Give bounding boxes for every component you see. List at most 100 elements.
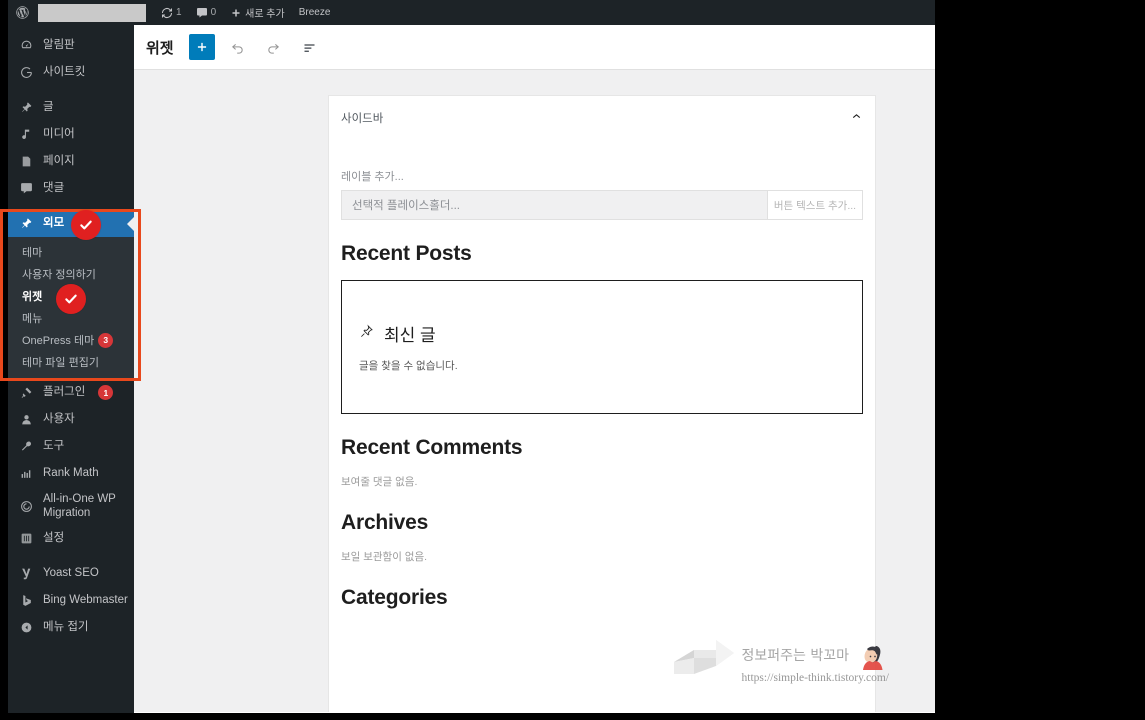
watermark-title: 정보퍼주는 박꼬마 [741, 648, 850, 664]
sidebar-item-site-kit[interactable]: 사이트킷 [8, 59, 134, 86]
sidebar-item-all-in-one-wp-migration[interactable]: All-in-One WP Migration [8, 487, 134, 525]
block-heading-recent-posts: Recent Posts [341, 242, 472, 265]
recent-comments-empty-text: 보여줄 댓글 없음. [341, 476, 418, 488]
watermark: 정보퍼주는 박꼬마 https://simple-think.tistory.c… [672, 626, 889, 684]
submenu-item-label: 위젯 [22, 291, 43, 303]
annotation-check-widgets [56, 284, 86, 314]
comment-icon [196, 7, 208, 19]
redo-icon[interactable] [261, 34, 287, 60]
search-button[interactable]: 버튼 텍스트 추가... [768, 190, 863, 220]
widget-area-card: 사이드바 레이블 추가... 선택적 플레이스홀더... 버튼 텍스트 추가..… [328, 95, 876, 712]
sidebar-item-label: 도구 [43, 439, 65, 452]
sidebar-item-yoast-seo[interactable]: Yoast SEO [8, 560, 134, 587]
comments-button[interactable]: 0 [189, 0, 224, 25]
sidebar-item-label: Yoast SEO [43, 566, 99, 579]
sidebar-item-bing-webmaster[interactable]: Bing Webmaster [8, 587, 134, 614]
dashboard-icon [18, 39, 34, 52]
yoast-icon [18, 567, 34, 580]
submenu-item-customize[interactable]: 사용자 정의하기 [8, 263, 134, 285]
settings-icon [18, 532, 34, 545]
site-name-field[interactable] [38, 3, 146, 22]
google-g-icon [18, 66, 34, 79]
watermark-text: 정보퍼주는 박꼬마 https://simple-think.tistory.c… [742, 640, 889, 684]
aiowpm-icon [18, 500, 34, 513]
plug-icon [18, 386, 34, 399]
sidebar-item-label: 설정 [43, 531, 65, 544]
add-block-button[interactable] [188, 34, 215, 60]
watermark-title-row: 정보퍼주는 박꼬마 [742, 640, 889, 670]
wordpress-icon[interactable] [8, 0, 36, 25]
widget-area-header[interactable]: 사이드바 [341, 96, 863, 140]
sidebar-item-label: 댓글 [43, 181, 65, 194]
3d-arrow-icon [672, 626, 738, 684]
sidebar-item-collapse-menu[interactable]: 메뉴 접기 [8, 614, 134, 641]
bing-icon [18, 594, 34, 607]
new-content-label: 새로 추가 [245, 9, 285, 20]
page-title: 위젯 [146, 39, 174, 57]
sidebar-item-label: 플러그인 [43, 385, 86, 398]
submenu-item-label: 메뉴 [22, 313, 43, 325]
recent-posts-inner-heading: 최신 글 [359, 321, 845, 346]
sidebar-item-users[interactable]: 사용자 [8, 406, 134, 433]
submenu-item-theme-file-editor[interactable]: 테마 파일 편집기 [8, 351, 134, 373]
block-heading-recent-comments: Recent Comments [341, 436, 523, 459]
chevron-up-icon[interactable] [850, 110, 863, 126]
search-input[interactable]: 선택적 플레이스홀더... [341, 190, 768, 220]
list-view-icon[interactable] [297, 34, 323, 60]
submenu-item-themes[interactable]: 테마 [8, 241, 134, 263]
undo-icon[interactable] [225, 34, 251, 60]
sidebar-item-label: 페이지 [43, 154, 75, 167]
breeze-button[interactable]: Breeze [292, 0, 338, 25]
updates-button[interactable]: 1 [154, 0, 189, 25]
plugins-badge: 1 [98, 385, 114, 400]
sidebar-item-label: 미디어 [43, 127, 75, 140]
sidebar-item-dashboard[interactable]: 알림판 [8, 32, 134, 59]
submenu-item-onepress-theme[interactable]: OnePress 테마 3 [8, 329, 134, 351]
sidebar-item-label: Rank Math [43, 466, 99, 479]
annotation-check-appearance [71, 210, 101, 240]
archives-empty-text: 보일 보관함이 없음. [341, 551, 428, 563]
watermark-url: https://simple-think.tistory.com/ [741, 672, 889, 684]
sidebar-item-settings[interactable]: 설정 [8, 525, 134, 552]
updates-icon [161, 7, 173, 19]
main-content: 위젯 사이드바 레이블 추가... 선택적 플레이스홀더... 버튼 텍스트 추… [134, 25, 935, 713]
submenu-item-label: 사용자 정의하기 [22, 269, 96, 281]
pin-icon [359, 324, 374, 344]
sidebar-item-pages[interactable]: 페이지 [8, 148, 134, 175]
sidebar-item-tools[interactable]: 도구 [8, 433, 134, 460]
sidebar-item-label: All-in-One WP Migration [43, 492, 116, 519]
page-icon [18, 155, 34, 168]
collapse-icon [18, 621, 34, 634]
breeze-label: Breeze [298, 7, 331, 18]
submenu-badge: 3 [98, 332, 114, 348]
sidebar-item-label: Bing Webmaster [43, 593, 128, 606]
admin-bar: 1 0 새로 추가 Breeze [8, 0, 935, 25]
recent-posts-block[interactable]: 최신 글 글을 찾을 수 없습니다. [341, 280, 863, 414]
recent-posts-empty-text: 글을 찾을 수 없습니다. [359, 360, 458, 372]
sidebar-item-label: 사이트킷 [43, 65, 86, 78]
wrench-icon [18, 440, 34, 453]
comment-icon [18, 182, 34, 195]
user-icon [18, 413, 34, 426]
block-heading-categories: Categories [341, 586, 448, 609]
sidebar-item-rank-math[interactable]: Rank Math [8, 460, 134, 487]
sidebar-item-plugins[interactable]: 플러그인 1 [8, 379, 134, 406]
pin-icon [18, 101, 34, 114]
submenu-item-label: 테마 [22, 247, 43, 259]
recent-posts-inner-title: 최신 글 [384, 326, 436, 345]
block-heading-archives: Archives [341, 511, 429, 534]
search-block: 선택적 플레이스홀더... 버튼 텍스트 추가... [341, 190, 863, 220]
sidebar-item-label: 외모 [43, 216, 65, 229]
person-avatar-icon [854, 640, 884, 670]
sidebar-item-comments[interactable]: 댓글 [8, 175, 134, 202]
sidebar-item-label: 글 [43, 100, 54, 113]
search-label-placeholder[interactable]: 레이블 추가... [341, 168, 863, 184]
submenu-item-label: OnePress 테마 [22, 335, 95, 347]
sidebar-item-media[interactable]: 미디어 [8, 121, 134, 148]
sidebar-item-posts[interactable]: 글 [8, 94, 134, 121]
new-content-button[interactable]: 새로 추가 [223, 0, 292, 25]
editor-toolbar: 위젯 [134, 25, 935, 70]
submenu-item-label: 테마 파일 편집기 [22, 357, 99, 369]
comments-count: 0 [210, 7, 217, 18]
screenshot-root: 1 0 새로 추가 Breeze 알림판 사이트킷 글 미디어 페이지 댓글 외… [0, 0, 1145, 720]
